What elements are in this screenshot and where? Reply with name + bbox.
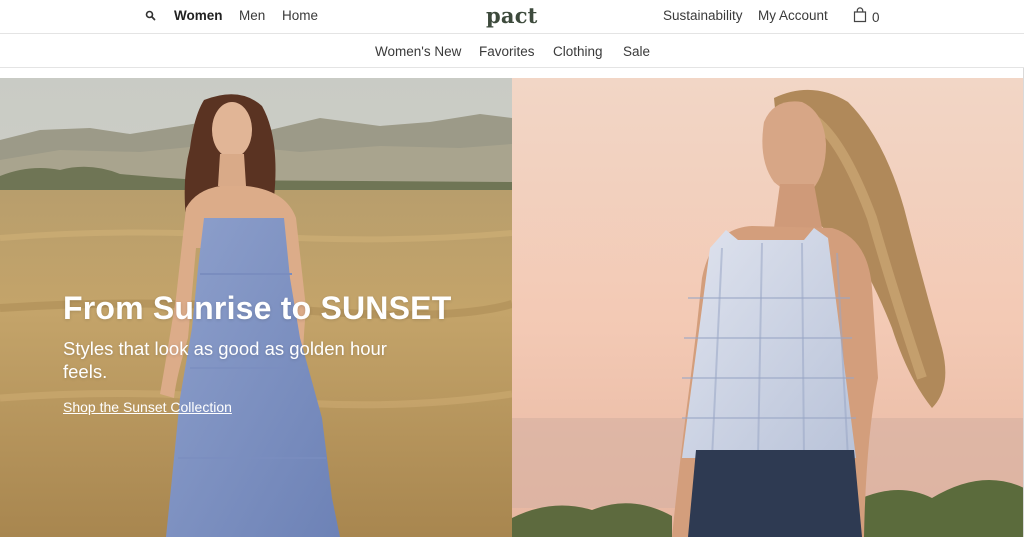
shopping-bag-icon [853, 7, 867, 28]
hero-banner: From Sunrise to SUNSET Styles that look … [0, 78, 1024, 537]
cart-button[interactable]: 0 [853, 7, 880, 28]
nav-women[interactable]: Women [174, 8, 223, 23]
subnav-clothing[interactable]: Clothing [553, 44, 603, 59]
pact-logo[interactable]: pact [486, 3, 538, 28]
subnav-womens-new[interactable]: Women's New [375, 44, 461, 59]
subnav-sale[interactable]: Sale [623, 44, 650, 59]
search-icon[interactable] [144, 9, 158, 23]
nav-men[interactable]: Men [239, 8, 265, 23]
nav-my-account[interactable]: My Account [758, 8, 828, 23]
cart-count: 0 [872, 10, 880, 25]
nav-sustainability[interactable]: Sustainability [663, 8, 743, 23]
hero-image-sunset[interactable] [512, 78, 1024, 537]
top-header: Women Men Home pact Sustainability My Ac… [0, 0, 1024, 34]
hero-subtitle: Styles that look as good as golden hour … [63, 338, 387, 382]
shop-sunset-collection-link[interactable]: Shop the Sunset Collection [63, 399, 232, 415]
nav-home[interactable]: Home [282, 8, 318, 23]
hero-title: From Sunrise to SUNSET [63, 290, 452, 326]
subnav-favorites[interactable]: Favorites [479, 44, 535, 59]
sub-nav: Women's New Favorites Clothing Sale [0, 34, 1024, 68]
